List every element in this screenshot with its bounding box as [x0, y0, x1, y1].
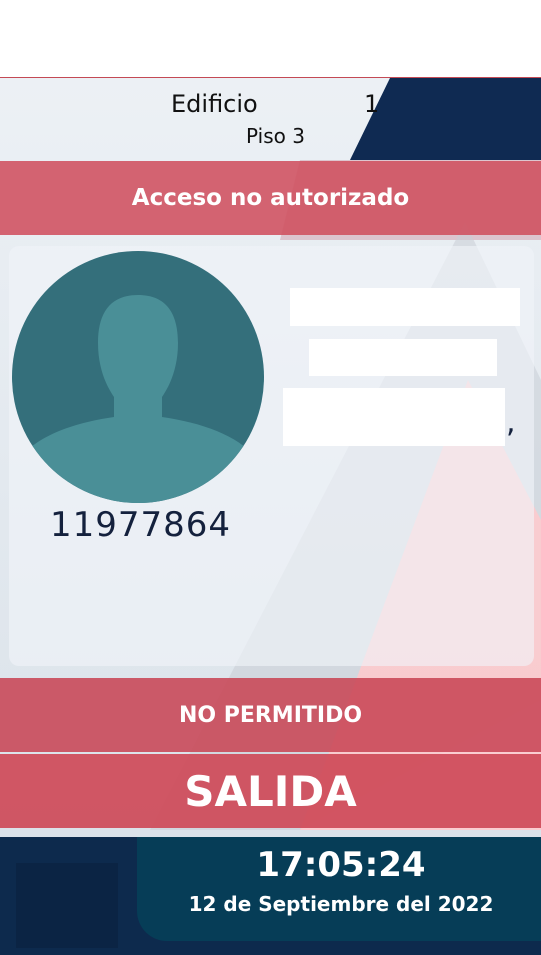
building-label: Edificio — [171, 90, 258, 118]
floor-label: Piso 3 — [246, 124, 305, 148]
footer: 17:05:24 12 de Septiembre del 2022 — [0, 837, 541, 955]
access-banner: Acceso no autorizado — [0, 161, 541, 235]
building-info: Edificio 1 Piso 3 — [0, 78, 541, 160]
building-number: 1 — [364, 90, 380, 118]
redacted-name-line — [290, 288, 520, 326]
direction-banner: SALIDA — [0, 754, 541, 828]
redacted-area — [388, 18, 541, 40]
person-silhouette-icon — [12, 251, 264, 503]
name-suffix: , — [506, 405, 516, 440]
clock-panel: 17:05:24 12 de Septiembre del 2022 — [137, 837, 541, 941]
clock-date: 12 de Septiembre del 2022 — [188, 892, 494, 916]
status-banner: NO PERMITIDO — [0, 678, 541, 752]
footer-logo-area — [16, 863, 118, 948]
clock-time: 17:05:24 — [256, 845, 426, 885]
redacted-area — [0, 18, 148, 40]
top-bar — [0, 0, 541, 78]
redacted-name-line — [309, 339, 497, 376]
user-id: 11977864 — [50, 505, 232, 545]
redacted-name-line — [283, 388, 505, 446]
